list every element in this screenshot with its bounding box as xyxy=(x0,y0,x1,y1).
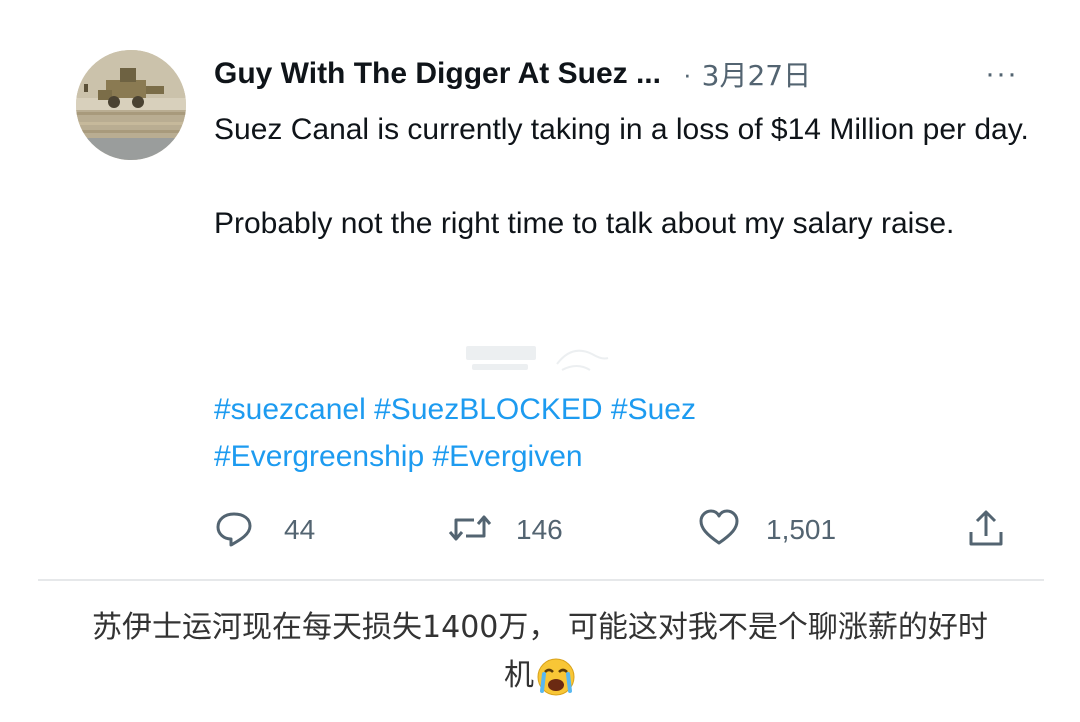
like-icon xyxy=(698,508,740,553)
crying-emoji-icon xyxy=(536,657,576,697)
tweet-card: Guy With The Digger At Suez ... · 3月27日 … xyxy=(0,0,1080,580)
hashtag-link[interactable]: #suezcanel xyxy=(214,393,366,426)
share-button[interactable] xyxy=(966,505,1006,555)
reply-icon xyxy=(214,508,254,553)
header-separator: · xyxy=(682,58,692,89)
more-options-button[interactable]: ··· xyxy=(979,59,1024,89)
tweet-action-bar: 44 146 1,501 xyxy=(214,505,1014,555)
like-count: 1,501 xyxy=(766,514,837,545)
tweet-header: Guy With The Digger At Suez ... · 3月27日 … xyxy=(214,52,1024,96)
chinese-caption: 苏伊士运河现在每天损失1400万， 可能这对我不是个聊涨薪的好时 机 xyxy=(30,604,1050,700)
caption-line-2: 机 xyxy=(30,652,1050,700)
reply-button[interactable]: 44 xyxy=(214,505,315,555)
hashtags: #suezcanel #SuezBLOCKED #Suez #Evergreen… xyxy=(214,386,1034,480)
caption-line: 机 xyxy=(504,658,534,693)
watermark-logo xyxy=(462,340,612,380)
reply-count: 44 xyxy=(284,514,316,545)
tweet-timestamp[interactable]: 3月27日 xyxy=(702,54,811,94)
avatar-digger-image xyxy=(76,50,186,160)
tweet-paragraph: Probably not the right time to talk abou… xyxy=(214,207,955,240)
like-button[interactable]: 1,501 xyxy=(698,505,836,555)
hashtag-link[interactable]: #Evergreenship xyxy=(214,440,424,473)
caption-line: 苏伊士运河现在每天损失1400万， 可能这对我不是个聊涨薪的好时 xyxy=(92,610,988,645)
retweet-icon xyxy=(446,508,494,553)
hashtag-link[interactable]: #Suez xyxy=(611,393,696,426)
tweet-text: Suez Canal is currently taking in a loss… xyxy=(214,106,1034,247)
avatar[interactable] xyxy=(76,50,186,160)
share-icon xyxy=(966,508,1006,553)
hashtag-link[interactable]: #Evergiven xyxy=(432,440,582,473)
hashtag-link[interactable]: #SuezBLOCKED xyxy=(374,393,602,426)
retweet-count: 146 xyxy=(516,514,563,545)
tweet-paragraph: Suez Canal is currently taking in a loss… xyxy=(214,113,1029,146)
retweet-button[interactable]: 146 xyxy=(446,505,563,555)
author-name[interactable]: Guy With The Digger At Suez ... xyxy=(214,57,661,91)
divider xyxy=(38,579,1044,581)
